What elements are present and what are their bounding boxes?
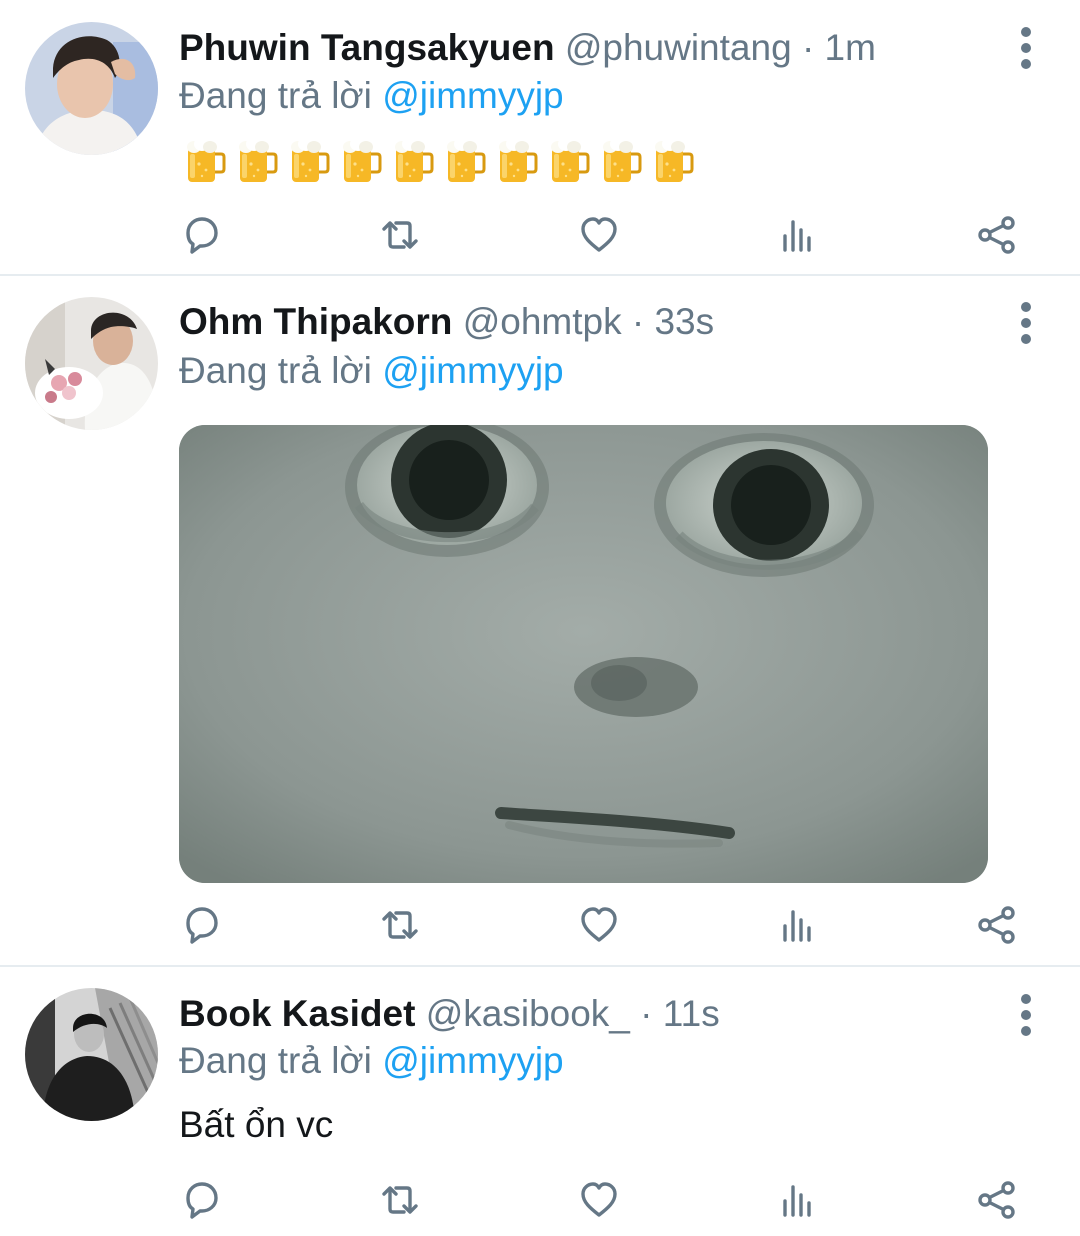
display-name[interactable]: Ohm Thipakorn	[179, 301, 452, 342]
like-icon[interactable]	[576, 212, 622, 258]
beer-mug-icon	[340, 134, 382, 186]
user-handle[interactable]: @phuwintang	[565, 27, 792, 68]
tweet-header: Ohm Thipakorn @ohmtpk · 33s	[179, 299, 714, 345]
more-options-icon[interactable]	[1008, 301, 1044, 345]
timestamp[interactable]: 11s	[663, 993, 720, 1034]
beer-mug-icon	[496, 134, 538, 186]
like-icon[interactable]	[576, 902, 622, 948]
share-icon[interactable]	[974, 212, 1020, 258]
analytics-icon[interactable]	[775, 1177, 821, 1223]
tweet-media-image[interactable]	[179, 425, 988, 883]
separator-dot: ·	[631, 301, 645, 342]
avatar[interactable]	[25, 988, 158, 1121]
display-name[interactable]: Phuwin Tangsakyuen	[179, 27, 555, 68]
analytics-icon[interactable]	[775, 212, 821, 258]
like-icon[interactable]	[576, 1177, 622, 1223]
separator-dot: ·	[801, 27, 815, 68]
display-name[interactable]: Book Kasidet	[179, 993, 415, 1034]
tweet-3[interactable]: Book Kasidet @kasibook_ · 11s Đang trả l…	[0, 967, 1080, 1236]
replying-to: Đang trả lời @jimmyyjp	[179, 348, 564, 394]
share-icon[interactable]	[974, 1177, 1020, 1223]
beer-mug-icon	[652, 134, 694, 186]
timestamp[interactable]: 33s	[654, 301, 714, 342]
user-handle[interactable]: @ohmtpk	[463, 301, 622, 342]
separator-dot: ·	[640, 993, 653, 1034]
reply-icon[interactable]	[178, 902, 224, 948]
retweet-icon[interactable]	[377, 1177, 423, 1223]
beer-mug-icon	[600, 134, 642, 186]
beer-mug-icon	[548, 134, 590, 186]
reply-handle-link[interactable]: @jimmyyjp	[382, 1040, 563, 1081]
beer-mug-icon	[236, 134, 278, 186]
avatar[interactable]	[25, 297, 158, 430]
more-options-icon[interactable]	[1008, 26, 1044, 70]
tweet-actions	[0, 212, 1080, 262]
reply-icon[interactable]	[178, 212, 224, 258]
tweet-actions	[0, 1177, 1080, 1227]
tweet-text: Bất ổn vc	[179, 1104, 334, 1145]
reply-handle-link[interactable]: @jimmyyjp	[382, 75, 563, 116]
beer-mug-icon	[392, 134, 434, 186]
reply-icon[interactable]	[178, 1177, 224, 1223]
user-handle[interactable]: @kasibook_	[426, 993, 630, 1034]
tweet-emoji-content	[184, 134, 694, 186]
replying-to: Đang trả lời @jimmyyjp	[179, 73, 564, 119]
tweet-header: Phuwin Tangsakyuen @phuwintang · 1m	[179, 25, 876, 71]
replying-to-label: Đang trả lời	[179, 350, 372, 391]
tweet-1[interactable]: Phuwin Tangsakyuen @phuwintang · 1m Đang…	[0, 0, 1080, 275]
avatar[interactable]	[25, 22, 158, 155]
tweet-actions	[0, 902, 1080, 952]
timestamp[interactable]: 1m	[825, 27, 876, 68]
reply-handle-link[interactable]: @jimmyyjp	[382, 350, 563, 391]
beer-mug-icon	[444, 134, 486, 186]
replying-to-label: Đang trả lời	[179, 1040, 372, 1081]
analytics-icon[interactable]	[775, 902, 821, 948]
share-icon[interactable]	[974, 902, 1020, 948]
beer-mug-icon	[288, 134, 330, 186]
replying-to-label: Đang trả lời	[179, 75, 372, 116]
beer-mug-icon	[184, 134, 226, 186]
tweet-header: Book Kasidet @kasibook_ · 11s	[179, 991, 720, 1037]
retweet-icon[interactable]	[377, 212, 423, 258]
tweet-2[interactable]: Ohm Thipakorn @ohmtpk · 33s Đang trả lời…	[0, 276, 1080, 966]
replying-to: Đang trả lời @jimmyyjp	[179, 1038, 564, 1084]
more-options-icon[interactable]	[1008, 993, 1044, 1037]
retweet-icon[interactable]	[377, 902, 423, 948]
